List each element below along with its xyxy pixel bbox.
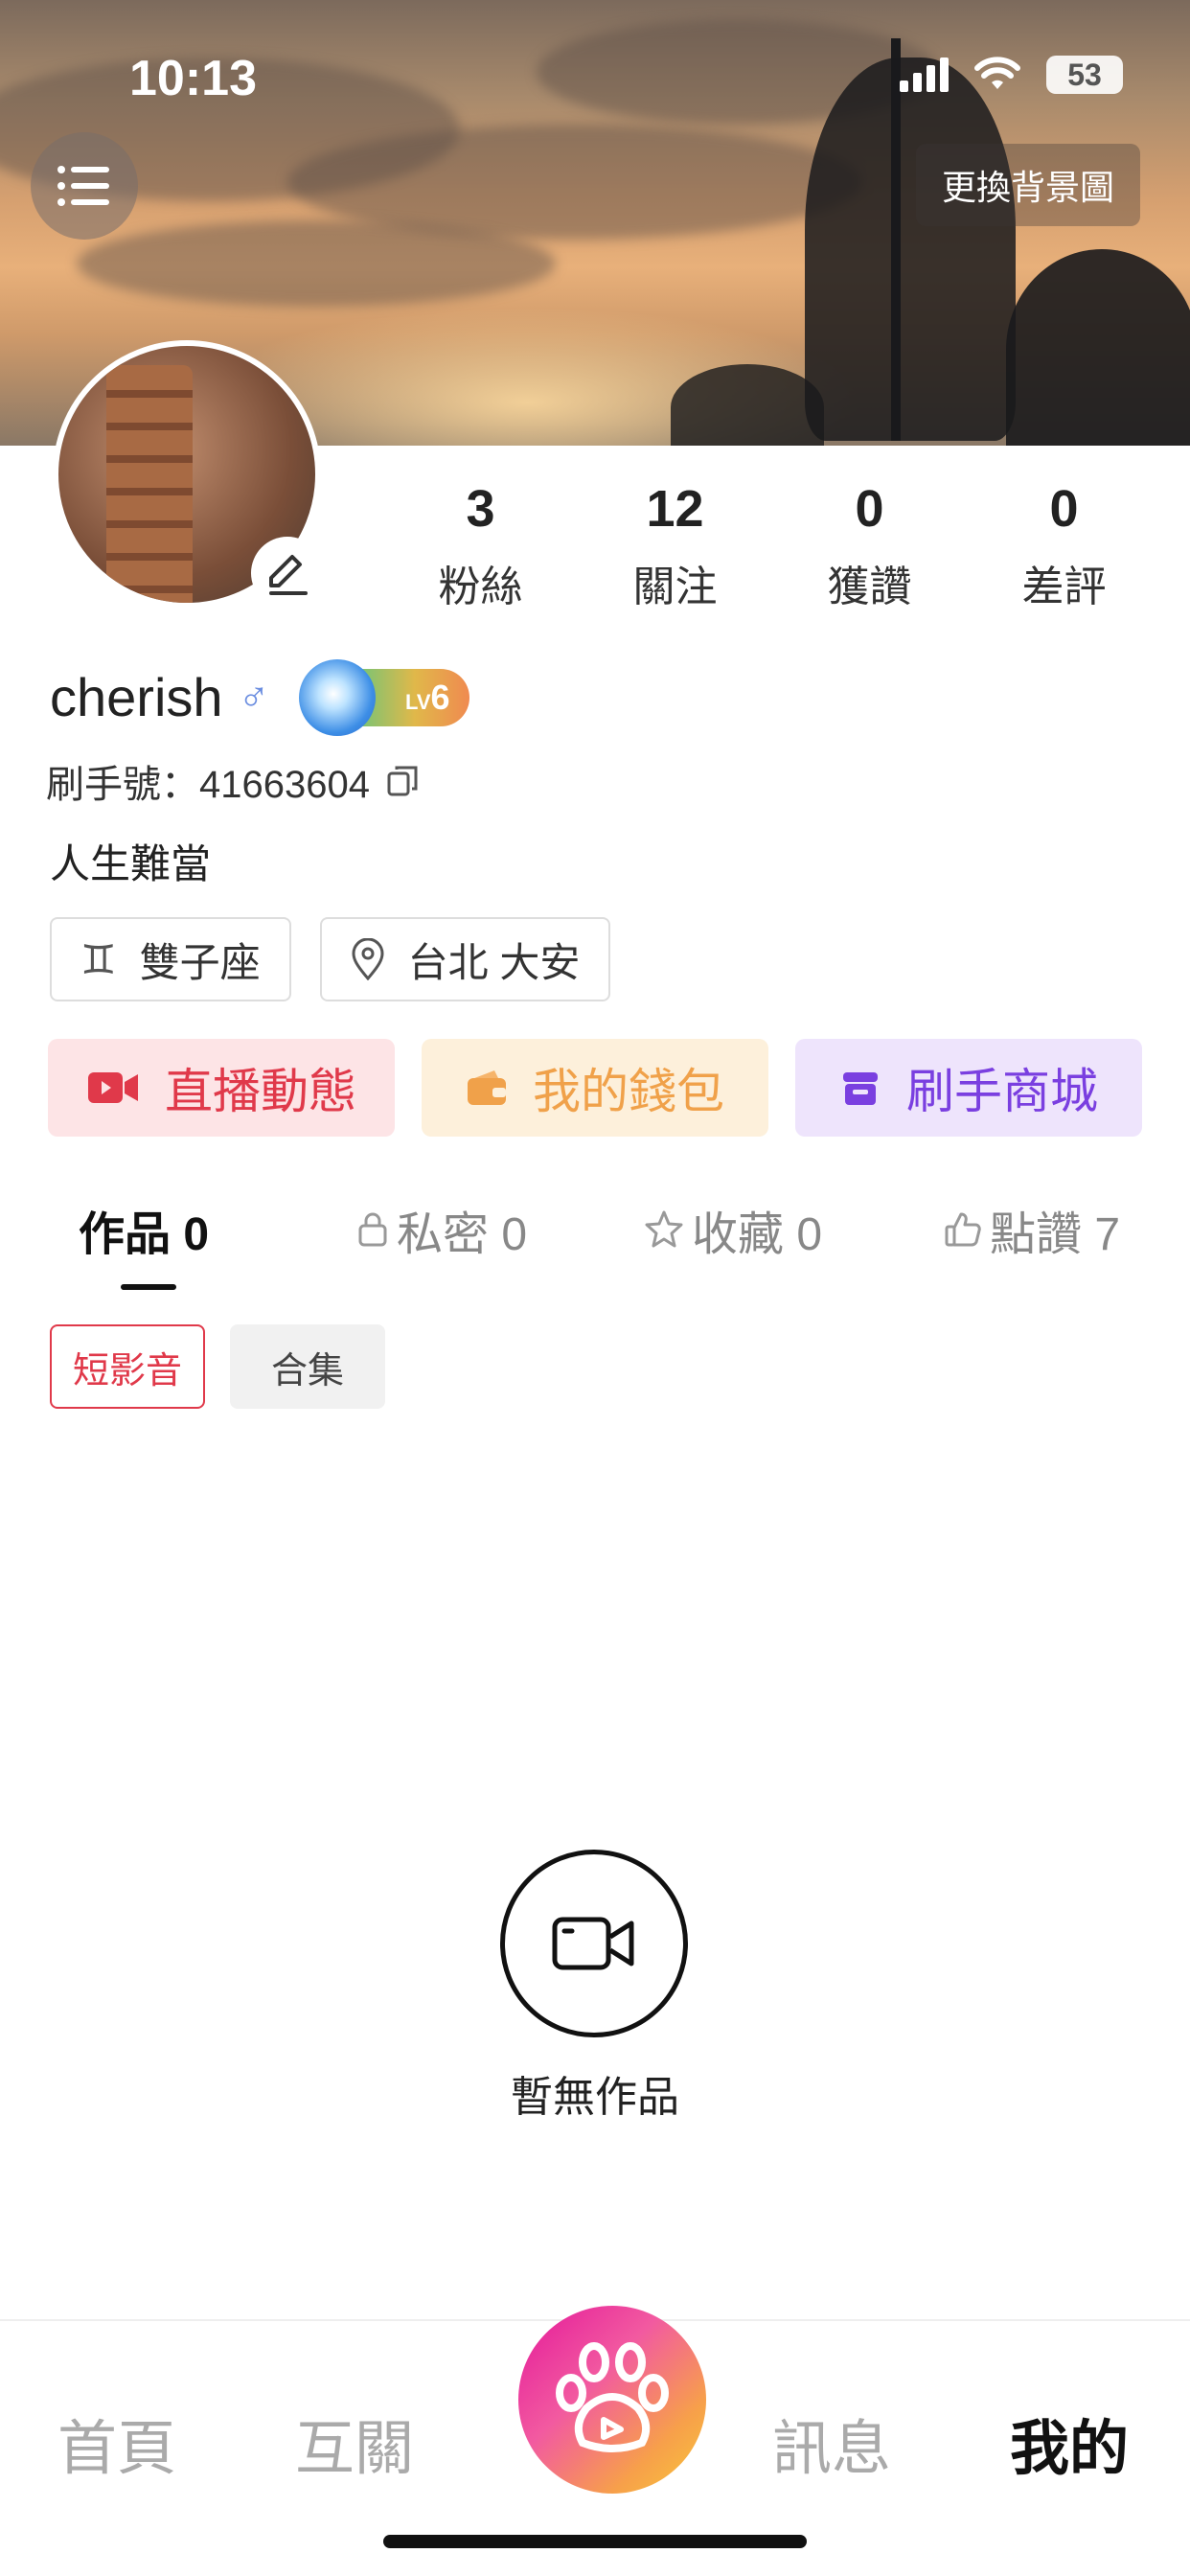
list-menu-icon [57,166,109,206]
stat-label: 獲讚 [827,564,912,610]
paw-logo-icon [556,2342,669,2452]
name-row: cherish ♂ LV6 [50,658,469,736]
quick-actions: 直播動態 我的錢包 刷手商城 [48,1039,1142,1137]
edit-profile-button[interactable] [251,537,324,610]
empty-state-icon [500,1850,688,2037]
copy-icon[interactable] [385,764,420,798]
stat-bad-reviews[interactable]: 0 差評 [967,479,1161,613]
tab-favorites[interactable]: 收藏 0 [644,1196,822,1263]
wallet-label: 我的錢包 [533,1065,724,1118]
change-background-button[interactable]: 更換背景圖 [916,144,1140,226]
video-camera-icon [88,1072,138,1103]
username: cherish [50,667,223,727]
video-camera-outline-icon [552,1917,634,1970]
profile-tags: ♊ 雙子座 台北 大安 [50,917,611,1001]
nav-home[interactable]: 首頁 [57,2400,176,2486]
gemini-icon: ♊ [80,936,117,982]
user-id: 刷手號：41663604 [46,764,370,806]
tab-works[interactable]: 作品 0 [79,1196,209,1263]
user-id-row: 刷手號：41663604 [46,753,420,809]
tab-likes-label: 點讚 7 [990,1209,1121,1260]
zodiac-tag[interactable]: ♊ 雙子座 [50,917,291,1001]
wallet-button[interactable]: 我的錢包 [422,1039,768,1137]
stat-likes-received[interactable]: 0 獲讚 [772,479,967,613]
wifi-icon [974,57,1020,89]
lock-icon [358,1212,387,1247]
location-tag[interactable]: 台北 大安 [319,917,611,1001]
thumbs-up-icon [945,1212,981,1247]
level-badge[interactable]: LV6 [298,658,469,736]
filter-short-video[interactable]: 短影音 [50,1324,205,1409]
tab-favorites-label: 收藏 0 [692,1209,823,1260]
nav-messages[interactable]: 訊息 [772,2400,891,2486]
active-tab-indicator [121,1284,176,1290]
works-filter: 短影音 合集 [50,1324,385,1409]
profile-stats: 3 粉絲 12 關注 0 獲讚 0 差評 [383,479,1169,613]
content-tabs: 作品 0 私密 0 收藏 0 點讚 7 [0,1196,1190,1292]
filter-collection[interactable]: 合集 [230,1324,385,1409]
status-time: 10:13 [129,51,257,106]
level-gem-icon [298,658,376,736]
location-pin-icon [352,938,384,980]
user-bio: 人生難當 [50,841,212,886]
stat-value: 0 [1049,480,1079,538]
wallet-icon [468,1070,506,1105]
live-feed-button[interactable]: 直播動態 [48,1039,395,1137]
tab-likes[interactable]: 點讚 7 [944,1196,1120,1263]
shop-label: 刷手商城 [906,1065,1098,1118]
stat-value: 3 [466,480,495,538]
live-feed-label: 直播動態 [165,1065,356,1118]
zodiac-label: 雙子座 [139,939,261,985]
stat-value: 12 [646,480,704,538]
empty-state-text: 暫無作品 [511,2074,679,2121]
battery-icon: 53 [1046,56,1123,94]
tab-private-label: 私密 0 [397,1209,528,1260]
nav-mutual[interactable]: 互關 [295,2400,414,2486]
star-icon [645,1210,683,1248]
tab-works-label: 作品 0 [79,1209,210,1260]
stat-label: 關注 [632,564,718,610]
edit-pencil-icon [269,555,308,595]
create-button[interactable] [518,2306,706,2494]
shop-button[interactable]: 刷手商城 [795,1039,1142,1137]
store-icon [843,1072,878,1105]
status-indicators: 53 [900,56,1123,94]
cellular-signal-icon [900,58,949,92]
male-gender-icon: ♂ [238,673,270,721]
stat-label: 粉絲 [438,564,523,610]
menu-button[interactable] [31,132,138,240]
stat-following[interactable]: 12 關注 [578,479,772,613]
level-text: LV6 [405,677,450,717]
stat-value: 0 [855,480,884,538]
location-label: 台北 大安 [407,939,581,985]
nav-mine[interactable]: 我的 [1010,2400,1129,2486]
home-indicator [383,2535,807,2548]
stat-followers[interactable]: 3 粉絲 [383,479,578,613]
tab-private[interactable]: 私密 0 [356,1196,527,1263]
stat-label: 差評 [1021,564,1107,610]
